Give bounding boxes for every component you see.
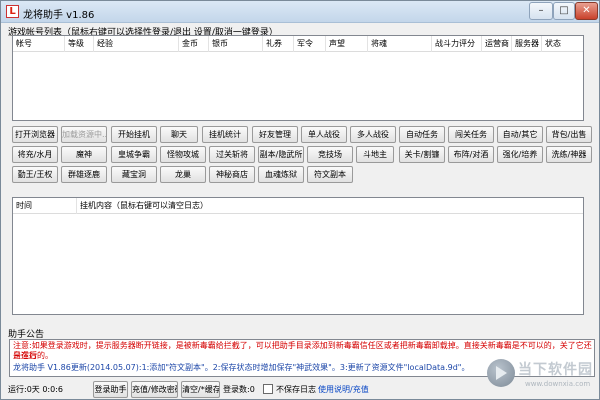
col-combat-score[interactable]: 战斗力评分 xyxy=(432,36,482,52)
king-button[interactable]: 勤王/王权 xyxy=(12,166,58,183)
card-scrape-button[interactable]: 关卡/割镰 xyxy=(399,146,445,163)
hangup-log-list[interactable]: 时间 挂机内容（鼠标右键可以清空日志） xyxy=(12,197,584,315)
landlord-button[interactable]: 斗地主 xyxy=(356,146,394,163)
load-resources-button[interactable]: 加载资源中... xyxy=(61,126,107,143)
blood-refine-button[interactable]: 血魂炼狱 xyxy=(258,166,304,183)
col-log-content[interactable]: 挂机内容（鼠标右键可以清空日志） xyxy=(77,198,583,214)
pass-task-button[interactable]: 闯关任务 xyxy=(448,126,494,143)
single-battle-button[interactable]: 单人战役 xyxy=(301,126,347,143)
col-time[interactable]: 时间 xyxy=(13,198,77,214)
start-hangup-button[interactable]: 开始挂机 xyxy=(111,126,157,143)
dungeon-martial-button[interactable]: 副本/隐武所 xyxy=(258,146,304,163)
app-icon: L xyxy=(6,5,19,18)
login-count-label: 登录数:0 xyxy=(223,385,255,394)
auto-task-button[interactable]: 自动任务 xyxy=(399,126,445,143)
account-list-header: 帐号 等级 经验 金币 银币 礼券 军令 声望 将魂 战斗力评分 运营商 服务器… xyxy=(13,36,583,52)
hangup-stats-button[interactable]: 挂机统计 xyxy=(202,126,248,143)
hero-deer-button[interactable]: 群雄逐鹿 xyxy=(61,166,107,183)
watermark: 当下软件园 www.downxia.com xyxy=(487,358,595,396)
maximize-button[interactable]: □ xyxy=(553,2,575,20)
strengthen-cultivate-button[interactable]: 强化/培养 xyxy=(497,146,543,163)
watermark-title: 当下软件园 xyxy=(518,362,593,378)
mystery-shop-button[interactable]: 神秘商店 xyxy=(209,166,255,183)
log-list-header: 时间 挂机内容（鼠标右键可以清空日志） xyxy=(13,198,583,214)
minimize-button[interactable]: – xyxy=(529,2,553,20)
no-save-log-checkbox[interactable] xyxy=(263,384,273,394)
rune-dungeon-button[interactable]: 符文副本 xyxy=(307,166,353,183)
watermark-logo-icon xyxy=(487,359,515,387)
help-recharge-link[interactable]: 使用说明/充值 xyxy=(318,384,369,395)
dragon-nest-button[interactable]: 龙巢 xyxy=(160,166,206,183)
arena-button[interactable]: 竞技场 xyxy=(307,146,353,163)
auto-other-button[interactable]: 自动/其它 xyxy=(497,126,543,143)
pass-kill-button[interactable]: 过关斩将 xyxy=(209,146,255,163)
treasure-cave-button[interactable]: 藏宝洞 xyxy=(111,166,157,183)
backpack-sell-button[interactable]: 背包/出售 xyxy=(546,126,592,143)
multi-battle-button[interactable]: 多人战役 xyxy=(350,126,396,143)
col-general-soul[interactable]: 将魂 xyxy=(368,36,432,52)
no-save-log-label[interactable]: 不保存日志 xyxy=(276,384,316,395)
title-bar[interactable]: L 龙将助手 v1.86 – □ ✕ xyxy=(1,1,599,23)
clear-cache-button[interactable]: 清空/*缓存 xyxy=(181,381,220,398)
app-window: L 龙将助手 v1.86 – □ ✕ 游戏帐号列表（鼠标右键可以选择性登录/退出… xyxy=(0,0,600,400)
col-level[interactable]: 等级 xyxy=(65,36,94,52)
general-soul-button[interactable]: 将充/水月 xyxy=(12,146,58,163)
monster-siege-button[interactable]: 怪物攻城 xyxy=(160,146,206,163)
account-list[interactable]: 帐号 等级 经验 金币 银币 礼券 军令 声望 将魂 战斗力评分 运营商 服务器… xyxy=(12,35,584,121)
col-gold[interactable]: 金币 xyxy=(179,36,209,52)
login-assistant-button[interactable]: 登录助手 xyxy=(93,381,128,398)
col-operator[interactable]: 运营商 xyxy=(482,36,512,52)
wash-artifact-button[interactable]: 洗练/神器 xyxy=(546,146,592,163)
open-browser-button[interactable]: 打开浏览器 xyxy=(12,126,58,143)
demon-god-button[interactable]: 魔神 xyxy=(61,146,107,163)
notice-line-3: 龙将助手 V1.86更新(2014.05.07):1:添加"符文副本"。2:保存… xyxy=(13,363,470,372)
recharge-password-button[interactable]: 充值/修改密码 xyxy=(131,381,178,398)
notice-line-2: 台运行的。 xyxy=(13,351,53,360)
imperial-city-button[interactable]: 皇城争霸 xyxy=(111,146,157,163)
friend-manage-button[interactable]: 好友管理 xyxy=(252,126,298,143)
close-button[interactable]: ✕ xyxy=(575,2,598,20)
formation-duel-button[interactable]: 布阵/对酒 xyxy=(448,146,494,163)
col-silver[interactable]: 银币 xyxy=(209,36,263,52)
col-account[interactable]: 帐号 xyxy=(13,36,65,52)
col-coupon[interactable]: 礼券 xyxy=(263,36,294,52)
window-title: 龙将助手 v1.86 xyxy=(23,10,95,21)
runtime-label: 运行:0天 0:0:6 xyxy=(8,385,63,394)
col-military-order[interactable]: 军令 xyxy=(294,36,326,52)
col-server[interactable]: 服务器 xyxy=(512,36,542,52)
chat-button[interactable]: 聊天 xyxy=(160,126,198,143)
watermark-url: www.downxia.com xyxy=(525,380,591,388)
col-exp[interactable]: 经验 xyxy=(94,36,179,52)
col-prestige[interactable]: 声望 xyxy=(326,36,368,52)
col-status[interactable]: 状态 xyxy=(542,36,583,52)
